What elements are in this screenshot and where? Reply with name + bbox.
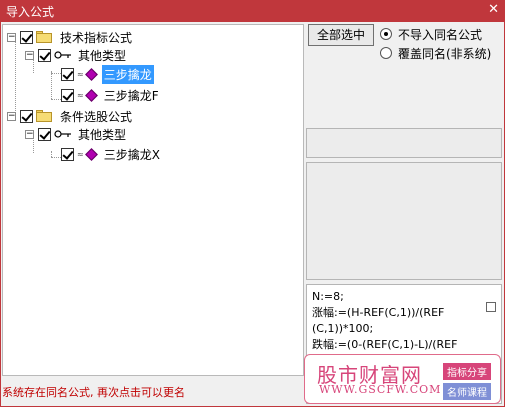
watermark-tag-share: 指标分享 [443, 363, 491, 380]
radio-button[interactable] [380, 28, 392, 40]
radio-skip-duplicates[interactable]: 不导入同名公式 [380, 26, 482, 42]
link-stub-icon: ≈ [77, 90, 84, 100]
formula-icon [84, 67, 98, 81]
formula-tree[interactable]: − 技术指标公式 − 其他类型 ≈ 三步擒龙 ≈ 三步擒龙F − 条件选股公式 [2, 24, 304, 376]
info-field [306, 128, 502, 158]
description-panel [306, 162, 502, 280]
radio-label: 覆盖同名(非系统) [398, 46, 492, 61]
tree-item-formula[interactable]: ≈ 三步擒龙 [61, 64, 154, 84]
collapse-toggle[interactable]: − [7, 32, 16, 42]
tree-item-label: 三步擒龙 [101, 64, 154, 84]
select-all-button[interactable]: 全部选中 [308, 24, 374, 46]
watermark-logo: 股市财富网 WWW.GSCFW.COM 指标分享 名师课程 [304, 354, 501, 404]
checkbox[interactable] [38, 48, 51, 62]
radio-label: 不导入同名公式 [398, 27, 483, 42]
link-stub-icon: ≈ [77, 149, 84, 159]
key-icon [54, 130, 71, 138]
checkbox[interactable] [20, 109, 33, 123]
radio-button[interactable] [380, 47, 392, 59]
tree-item-label: 三步擒龙F [103, 88, 159, 103]
folder-icon [36, 110, 52, 122]
link-stub-icon: ≈ [77, 69, 84, 79]
tree-item-indicator-formulas[interactable]: − 技术指标公式 [7, 28, 134, 46]
checkbox[interactable] [61, 147, 74, 161]
formula-line: N:=8; [312, 290, 344, 303]
checkbox[interactable] [20, 30, 33, 44]
tree-item-label: 三步擒龙X [103, 147, 160, 162]
tree-item-label: 其他类型 [78, 127, 127, 142]
collapse-toggle[interactable]: − [7, 111, 16, 121]
formula-line: 涨幅:=(H-REF(C,1))/(REF [312, 306, 445, 319]
collapse-toggle[interactable]: − [25, 50, 34, 60]
title-bar: 导入公式 ✕ [0, 0, 505, 22]
radio-overwrite-duplicates[interactable]: 覆盖同名(非系统) [380, 45, 491, 61]
close-icon[interactable]: ✕ [488, 2, 499, 17]
checkbox[interactable] [61, 67, 74, 81]
formula-line: (C,1))*100; [312, 322, 374, 335]
tree-item-formula[interactable]: ≈ 三步擒龙X [61, 145, 162, 163]
checkbox[interactable] [61, 88, 74, 102]
formula-icon [84, 88, 98, 102]
tree-item-label: 条件选股公式 [60, 109, 133, 124]
tree-item-screening-formulas[interactable]: − 条件选股公式 [7, 107, 134, 125]
tree-item-other-types[interactable]: − 其他类型 [25, 46, 128, 64]
watermark-tag-course: 名师课程 [443, 383, 491, 400]
formula-icon [84, 147, 98, 161]
tree-item-other-types[interactable]: − 其他类型 [25, 125, 128, 143]
preview-checkbox[interactable] [486, 302, 496, 312]
key-icon [54, 51, 71, 59]
watermark-url: WWW.GSCFW.COM [319, 383, 442, 396]
formula-line: 跌幅:=(0-(REF(C,1)-L)/(REF [312, 338, 458, 351]
tree-item-label: 技术指标公式 [60, 30, 133, 45]
tree-item-formula[interactable]: ≈ 三步擒龙F [61, 86, 161, 104]
checkbox[interactable] [38, 127, 51, 141]
window-title: 导入公式 [6, 5, 55, 19]
collapse-toggle[interactable]: − [25, 129, 34, 139]
status-message: 系统存在同名公式, 再次点击可以更名 [2, 386, 185, 399]
tree-item-label: 其他类型 [78, 48, 127, 63]
folder-icon [36, 31, 52, 43]
